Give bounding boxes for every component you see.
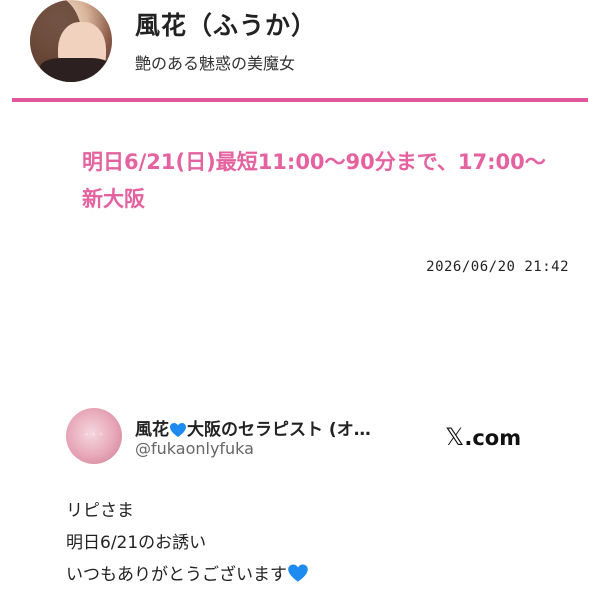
tweet-line: 明日6/21のお誘い	[66, 533, 207, 553]
profile-tagline: 艶のある魅惑の美魔女	[135, 54, 296, 73]
post-timestamp: 2026/06/20 21:42	[426, 259, 569, 275]
embed-tweet-text: リピさま 明日6/21のお誘い いつもありがとうございます	[66, 495, 309, 594]
x-logo-link[interactable]: 𝕏.com	[445, 423, 521, 451]
header-divider	[12, 98, 588, 102]
blue-heart-icon	[287, 562, 309, 594]
profile-avatar[interactable]	[30, 0, 112, 82]
embed-author-handle[interactable]: @fukaonlyfuka	[135, 439, 254, 458]
embed-author-avatar[interactable]: ◦ ◦ ◦	[66, 408, 122, 464]
embed-author-name-rest: 大阪のセラピスト (オ…	[187, 420, 371, 440]
tweet-line-with-heart: いつもありがとうございます	[66, 559, 309, 594]
tweet-line-text: いつもありがとうございます	[66, 565, 287, 585]
x-logo-suffix: .com	[464, 426, 522, 450]
embed-author-name-start: 風花	[135, 420, 169, 440]
profile-name: 風花（ふうか）	[135, 11, 318, 40]
avatar-clothing	[40, 58, 112, 82]
tweet-line: リピさま	[66, 501, 134, 521]
avatar-watermark: ◦ ◦ ◦	[84, 430, 104, 439]
post-headline: 明日6/21(日)最短11:00〜90分まで、17:00〜新大阪	[82, 150, 546, 211]
x-logo-icon: 𝕏	[445, 423, 465, 451]
